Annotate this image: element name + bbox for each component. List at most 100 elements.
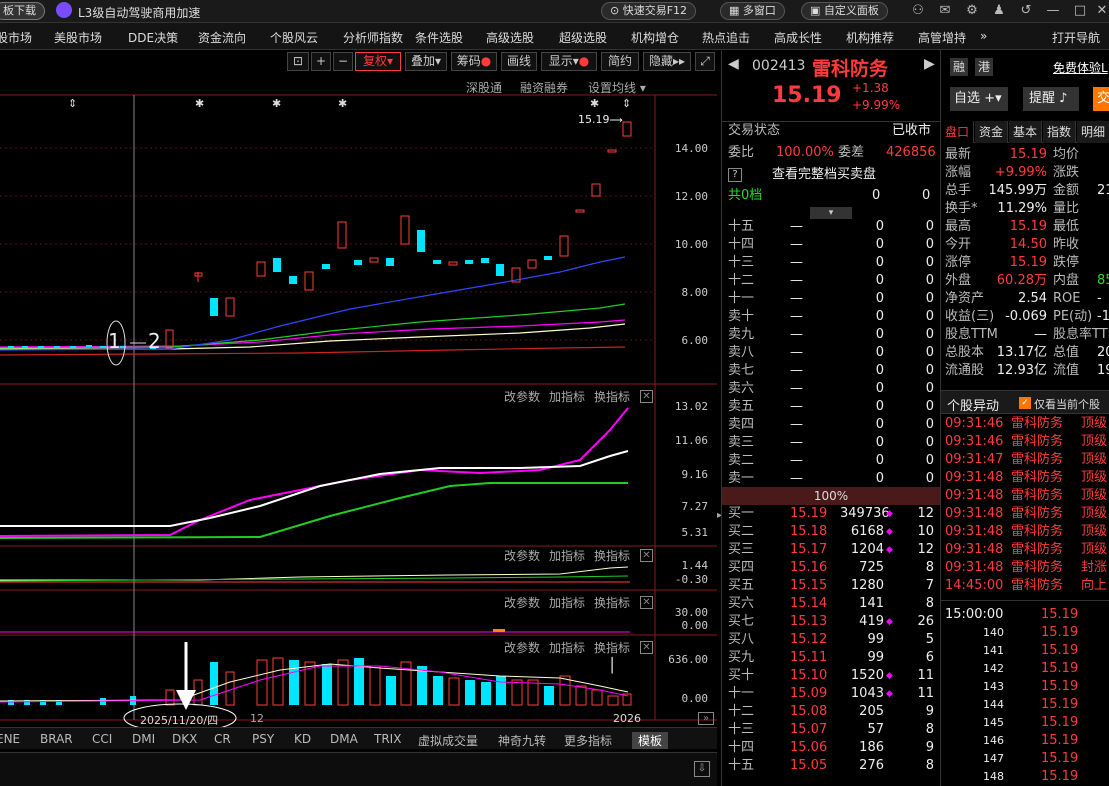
book-row[interactable]: 卖二 — 0 0 <box>722 452 940 470</box>
book-row[interactable]: 卖七 — 0 0 <box>722 362 940 380</box>
settings-icon[interactable]: ⚙ <box>964 3 980 19</box>
book-row[interactable]: 十一 — 0 0 <box>722 290 940 308</box>
sub2-add-indicator[interactable]: 加指标 <box>549 547 585 564</box>
close-icon[interactable]: ✕ <box>640 549 653 562</box>
menu-item-12[interactable]: 机构推荐 <box>846 29 894 46</box>
only-current-checkbox[interactable]: ✓ <box>1019 397 1031 409</box>
menu-item-13[interactable]: 高管增持 <box>918 29 966 46</box>
multi-window-button[interactable]: ▦ 多窗口 <box>720 2 785 20</box>
menu-item-3[interactable]: 资金流向 <box>198 29 246 46</box>
add-watchlist-button[interactable]: 自选 +▾ <box>950 87 1008 111</box>
indicator-tab-10[interactable]: 虚拟成交量 <box>418 732 478 749</box>
shirt-icon[interactable]: ♟ <box>991 3 1007 19</box>
custom-panel-button[interactable]: ▣ 自定义面板 <box>801 2 888 20</box>
book-row[interactable]: 买二 15.18 6168 ◆ 10 <box>722 523 940 541</box>
sub4-modify-params[interactable]: 改参数 <box>504 639 540 656</box>
book-row[interactable]: 十五 15.05 276 8 <box>722 757 940 775</box>
book-row[interactable]: 卖四 — 0 0 <box>722 416 940 434</box>
book-row[interactable]: 十四 15.06 186 9 <box>722 739 940 757</box>
book-row[interactable]: 十二 — 0 0 <box>722 272 940 290</box>
trade-button[interactable]: 交 <box>1093 87 1109 111</box>
alert-row[interactable]: 09:31:46 雷科防务 顶级 <box>941 433 1109 451</box>
quick-trade-button[interactable]: ⊙ 快速交易F12 <box>601 2 697 20</box>
sub1-modify-params[interactable]: 改参数 <box>504 388 540 405</box>
download-icon[interactable]: ⇩ <box>694 761 710 777</box>
book-row[interactable]: 卖一 — 0 0 <box>722 470 940 488</box>
sub3-add-indicator[interactable]: 加指标 <box>549 594 585 611</box>
scroll-right-icon[interactable]: » <box>698 712 714 725</box>
book-row[interactable]: 十二 15.08 205 9 <box>722 703 940 721</box>
skin-icon[interactable]: ⚇ <box>910 3 926 19</box>
indicator-tab-8[interactable]: DMA <box>330 732 358 746</box>
book-row[interactable]: 买六 15.14 141 8 <box>722 595 940 613</box>
sub1-add-indicator[interactable]: 加指标 <box>549 388 585 405</box>
indicator-tab-4[interactable]: DKX <box>172 732 197 746</box>
next-stock-icon[interactable]: ▶ <box>924 56 935 72</box>
sub2-switch-indicator[interactable]: 换指标 <box>594 547 630 564</box>
indicator-tab-0[interactable]: ENE <box>0 732 20 746</box>
menu-item-8[interactable]: 超级选股 <box>559 29 607 46</box>
close-icon[interactable]: ✕ <box>1094 3 1109 19</box>
close-icon[interactable]: ✕ <box>640 641 653 654</box>
indicator-tab-2[interactable]: CCI <box>92 732 112 746</box>
sub4-switch-indicator[interactable]: 换指标 <box>594 639 630 656</box>
menu-item-4[interactable]: 个股风云 <box>270 29 318 46</box>
indicator-tab-7[interactable]: KD <box>294 732 311 746</box>
promo-text[interactable]: L3级自动驾驶商用加速 <box>78 4 200 21</box>
full-book-button[interactable]: ? 查看完整档买卖盘 <box>722 166 940 184</box>
alert-row[interactable]: 09:31:46 雷科防务 顶级 <box>941 415 1109 433</box>
maximize-icon[interactable]: □ <box>1072 3 1088 19</box>
sub4-add-indicator[interactable]: 加指标 <box>549 639 585 656</box>
book-row[interactable]: 买九 15.11 99 6 <box>722 649 940 667</box>
indicator-tab-1[interactable]: BRAR <box>40 732 73 746</box>
alert-row[interactable]: 09:31:48 雷科防务 顶级 <box>941 487 1109 505</box>
info-tab-4[interactable]: 明细 <box>1077 121 1109 143</box>
info-tab-2[interactable]: 基本 <box>1009 121 1042 143</box>
book-row[interactable]: 卖五 — 0 0 <box>722 398 940 416</box>
menu-item-6[interactable]: 条件选股 <box>415 29 463 46</box>
undo-icon[interactable]: ↺ <box>1018 3 1034 19</box>
close-icon[interactable]: ✕ <box>640 390 653 403</box>
book-row[interactable]: 十三 — 0 0 <box>722 254 940 272</box>
menu-item-15[interactable]: 打开导航 <box>1052 29 1100 46</box>
close-icon[interactable]: ✕ <box>640 596 653 609</box>
book-row[interactable]: 卖九 — 0 0 <box>722 326 940 344</box>
sub2-modify-params[interactable]: 改参数 <box>504 547 540 564</box>
info-tab-3[interactable]: 指数 <box>1043 121 1076 143</box>
indicator-tab-9[interactable]: TRIX <box>374 732 401 746</box>
alert-row[interactable]: 14:45:00 雷科防务 向上 <box>941 577 1109 595</box>
book-row[interactable]: 买三 15.17 1204 ◆ 12 <box>722 541 940 559</box>
menu-item-14[interactable]: » <box>980 29 987 43</box>
book-row[interactable]: 十五 — 0 0 <box>722 218 940 236</box>
info-tab-1[interactable]: 资金 <box>975 121 1008 143</box>
book-row[interactable]: 买一 15.19 349736 ◆ 12 <box>722 505 940 523</box>
prev-stock-icon[interactable]: ◀ <box>728 56 739 72</box>
sub3-switch-indicator[interactable]: 换指标 <box>594 594 630 611</box>
sub3-modify-params[interactable]: 改参数 <box>504 594 540 611</box>
hk-tag[interactable]: 港 <box>975 58 993 76</box>
minimize-icon[interactable]: — <box>1045 3 1061 19</box>
free-trial-link[interactable]: 免费体验L <box>1053 59 1108 76</box>
menu-item-2[interactable]: DDE决策 <box>128 29 178 46</box>
download-button[interactable]: 板下载 <box>0 2 45 20</box>
info-tab-0[interactable]: 盘口 <box>941 121 974 143</box>
book-row[interactable]: 卖三 — 0 0 <box>722 434 940 452</box>
menu-item-10[interactable]: 热点追击 <box>702 29 750 46</box>
book-row[interactable]: 卖十 — 0 0 <box>722 308 940 326</box>
sub1-switch-indicator[interactable]: 换指标 <box>594 388 630 405</box>
alert-row[interactable]: 09:31:48 雷科防务 顶级 <box>941 523 1109 541</box>
message-icon[interactable]: ✉ <box>937 3 953 19</box>
book-row[interactable]: 十三 15.07 57 8 <box>722 721 940 739</box>
book-row[interactable]: 买五 15.15 1280 7 <box>722 577 940 595</box>
book-row[interactable]: 十一 15.09 1043 ◆ 11 <box>722 685 940 703</box>
alert-row[interactable]: 09:31:48 雷科防务 封涨 <box>941 559 1109 577</box>
indicator-tab-3[interactable]: DMI <box>132 732 155 746</box>
alert-row[interactable]: 09:31:48 雷科防务 顶级 <box>941 541 1109 559</box>
book-row[interactable]: 买四 15.16 725 8 <box>722 559 940 577</box>
book-row[interactable]: 卖八 — 0 0 <box>722 344 940 362</box>
indicator-tab-11[interactable]: 神奇九转 <box>498 732 546 749</box>
indicator-tab-13[interactable]: 模板 <box>632 732 669 749</box>
margin-tag[interactable]: 融 <box>950 58 968 76</box>
menu-item-0[interactable]: 股市场 <box>0 29 32 46</box>
alert-button[interactable]: 提醒 ♪ <box>1023 87 1079 111</box>
